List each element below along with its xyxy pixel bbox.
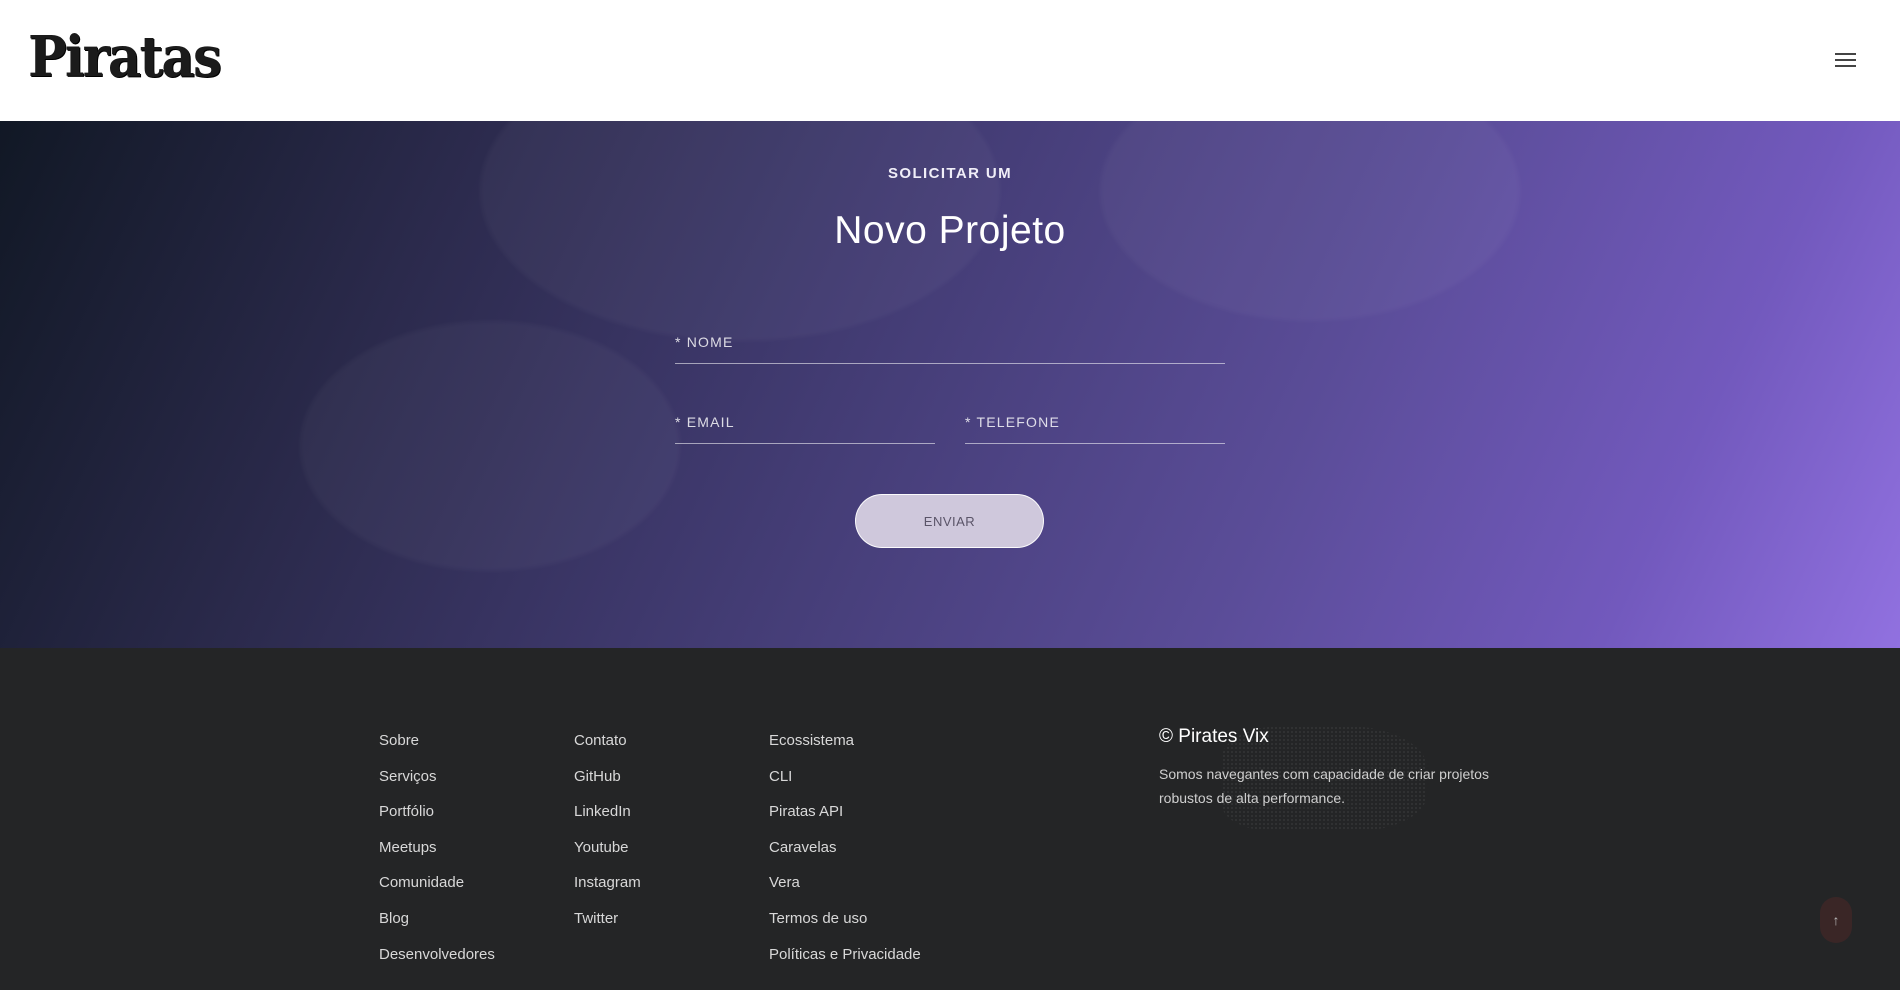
footer-column-ecosystem: Ecossistema CLI Piratas API Caravelas Ve… <box>769 731 921 980</box>
footer-column-social: Contato GitHub LinkedIn Youtube Instagra… <box>574 731 641 945</box>
nome-input[interactable] <box>675 323 1225 361</box>
background-texture <box>300 321 680 571</box>
menu-bar-middle <box>1835 59 1856 61</box>
email-field <box>675 403 935 444</box>
footer-link-portfolio[interactable]: Portfólio <box>379 802 495 838</box>
menu-bar-bottom <box>1835 65 1856 67</box>
section-eyebrow: SOLICITAR UM <box>887 165 1012 182</box>
footer-link-sobre[interactable]: Sobre <box>379 731 495 767</box>
telefone-input[interactable] <box>965 403 1225 441</box>
footer-link-meetups[interactable]: Meetups <box>379 838 495 874</box>
footer-brand-title: © Pirates Vix <box>1159 726 1269 747</box>
footer-link-instagram[interactable]: Instagram <box>574 873 641 909</box>
nome-field <box>675 323 1225 364</box>
footer-link-servicos[interactable]: Serviços <box>379 767 495 803</box>
footer-link-cli[interactable]: CLI <box>769 767 921 803</box>
footer-link-github[interactable]: GitHub <box>574 767 641 803</box>
email-input[interactable] <box>675 403 935 441</box>
footer-link-privacidade[interactable]: Políticas e Privacidade <box>769 945 921 981</box>
footer-link-linkedin[interactable]: LinkedIn <box>574 802 641 838</box>
footer-link-desenvolvedores[interactable]: Desenvolvedores <box>379 945 495 981</box>
section-title: Novo Projeto <box>834 209 1066 252</box>
telefone-field <box>965 403 1225 444</box>
site-header: Piratas <box>0 0 1900 121</box>
back-to-top-button[interactable]: ↑ <box>1820 897 1852 943</box>
footer-link-youtube[interactable]: Youtube <box>574 838 641 874</box>
new-project-section: SOLICITAR UM Novo Projeto ENVIAR <box>0 121 1900 648</box>
footer-link-vera[interactable]: Vera <box>769 873 921 909</box>
footer-brand-description: Somos navegantes com capacidade de criar… <box>1159 766 1489 806</box>
site-footer: Sobre Serviços Portfólio Meetups Comunid… <box>0 648 1900 990</box>
submit-button[interactable]: ENVIAR <box>855 494 1044 548</box>
footer-link-comunidade[interactable]: Comunidade <box>379 873 495 909</box>
footer-link-termos[interactable]: Termos de uso <box>769 909 921 945</box>
menu-bar-top <box>1835 53 1856 55</box>
arrow-up-icon: ↑ <box>1832 912 1840 928</box>
footer-link-twitter[interactable]: Twitter <box>574 909 641 945</box>
footer-link-blog[interactable]: Blog <box>379 909 495 945</box>
footer-link-ecossistema[interactable]: Ecossistema <box>769 731 921 767</box>
hamburger-icon[interactable] <box>1832 50 1860 70</box>
footer-link-caravelas[interactable]: Caravelas <box>769 838 921 874</box>
footer-link-contato[interactable]: Contato <box>574 731 641 767</box>
footer-column-company: Sobre Serviços Portfólio Meetups Comunid… <box>379 731 495 980</box>
logo[interactable]: Piratas <box>28 22 222 92</box>
footer-link-piratas-api[interactable]: Piratas API <box>769 802 921 838</box>
